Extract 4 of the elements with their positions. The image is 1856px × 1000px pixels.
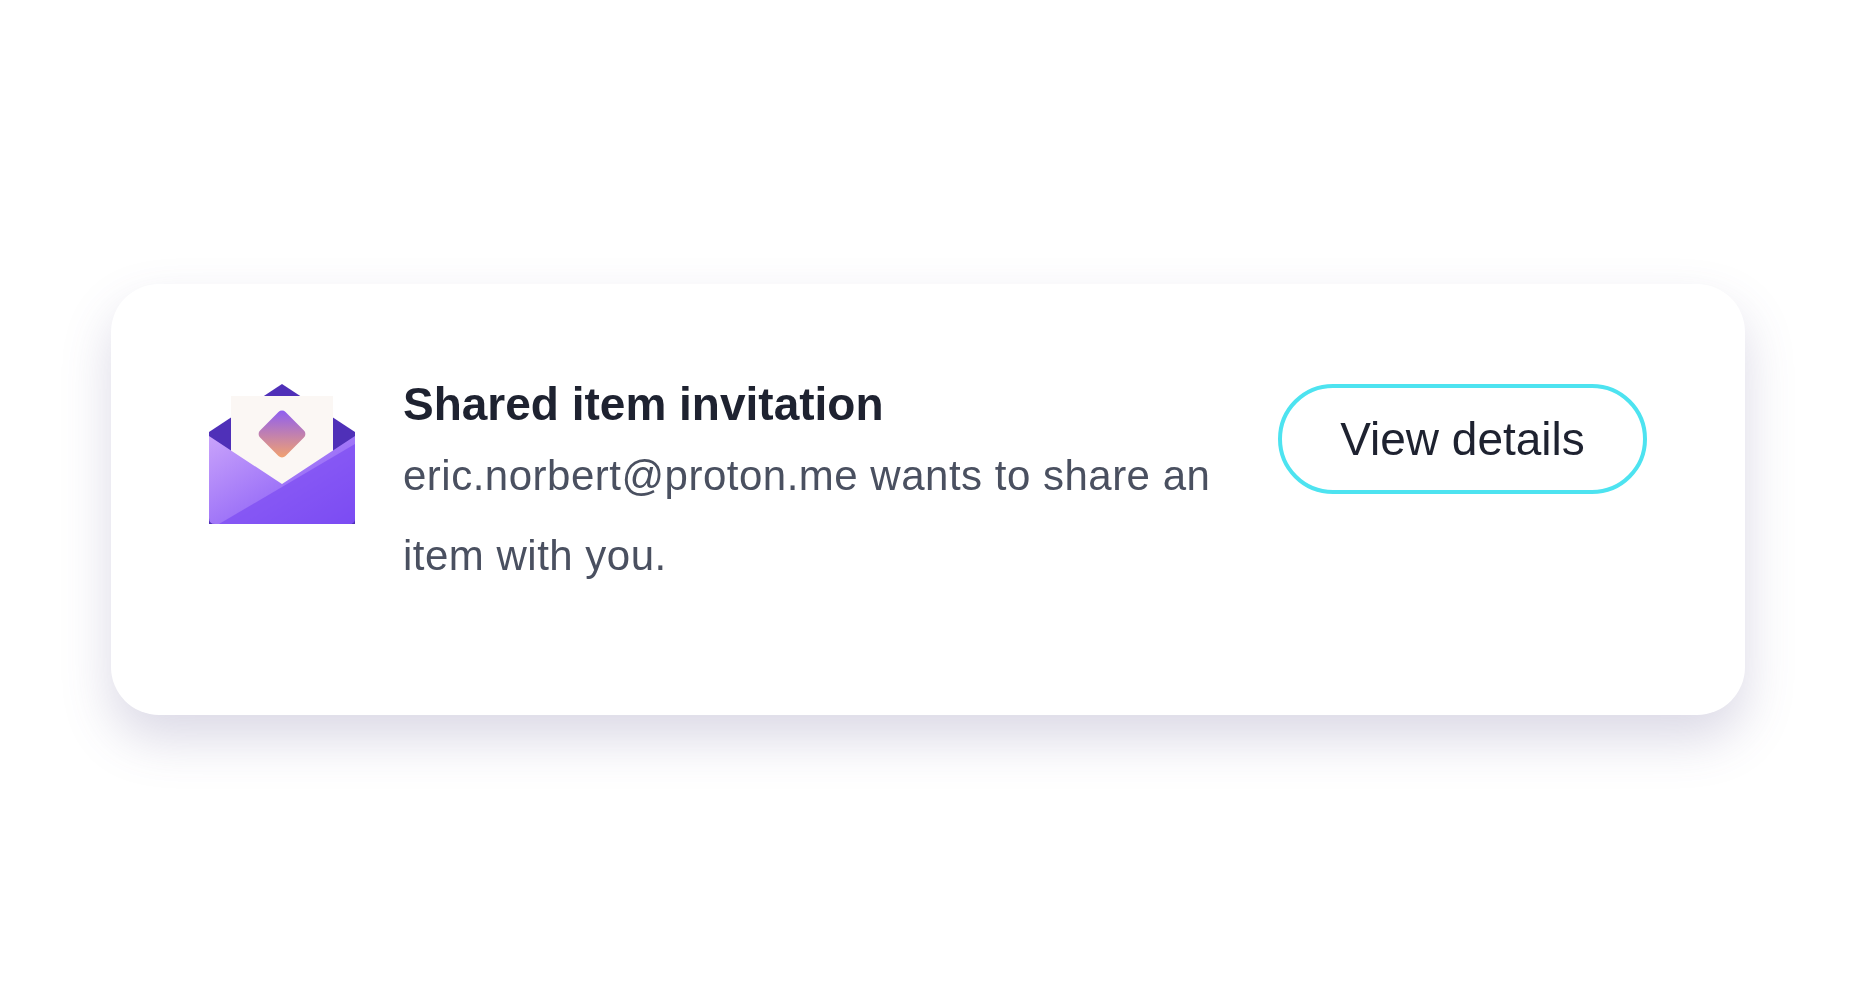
notification-message: eric.norbert@proton.me wants to share an item with you. — [403, 451, 1212, 581]
notification-title: Shared item invitation — [403, 377, 885, 432]
view-details-button[interactable]: View details — [1278, 384, 1647, 494]
envelope-icon — [209, 384, 355, 524]
